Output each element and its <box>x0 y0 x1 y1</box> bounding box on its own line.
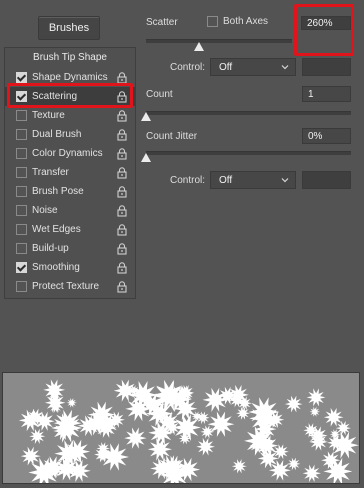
option-checkbox[interactable] <box>16 129 27 140</box>
option-checkbox[interactable] <box>16 167 27 178</box>
option-dual-brush[interactable]: Dual Brush <box>5 125 135 144</box>
option-checkbox[interactable] <box>16 148 27 159</box>
both-axes-option[interactable]: Both Axes <box>207 16 268 27</box>
both-axes-checkbox[interactable] <box>207 16 218 27</box>
scatter-control-select[interactable]: Off <box>210 58 296 76</box>
lock-icon[interactable] <box>117 280 127 293</box>
lock-icon[interactable] <box>117 261 127 274</box>
lock-icon[interactable] <box>117 109 127 122</box>
count-jitter-control-select[interactable]: Off <box>210 171 296 189</box>
option-checkbox[interactable] <box>16 110 27 121</box>
option-label: Shape Dynamics <box>32 72 108 83</box>
option-checkbox[interactable] <box>16 281 27 292</box>
lock-icon[interactable] <box>117 185 127 198</box>
option-label: Noise <box>32 205 58 216</box>
scatter-label: Scatter <box>146 17 178 28</box>
option-checkbox[interactable] <box>16 205 27 216</box>
count-jitter-label: Count Jitter <box>146 131 198 142</box>
option-texture[interactable]: Texture <box>5 106 135 125</box>
chevron-down-icon <box>281 65 289 70</box>
option-label: Color Dynamics <box>32 148 103 159</box>
scattering-highlight <box>7 83 133 108</box>
count-jitter-control-value: Off <box>219 174 233 186</box>
option-checkbox[interactable] <box>16 243 27 254</box>
count-value-field[interactable]: 1 <box>302 86 351 102</box>
option-wet-edges[interactable]: Wet Edges <box>5 220 135 239</box>
option-color-dynamics[interactable]: Color Dynamics <box>5 144 135 163</box>
count-jitter-control-label: Control: <box>170 175 206 186</box>
scattered-brush-preview-image <box>3 373 359 483</box>
lock-icon[interactable] <box>117 166 127 179</box>
option-label: Build-up <box>32 243 69 254</box>
option-label: Smoothing <box>32 262 80 273</box>
brushes-button[interactable]: Brushes <box>38 16 100 40</box>
option-checkbox[interactable] <box>16 262 27 273</box>
option-checkbox[interactable] <box>16 224 27 235</box>
scatter-control-label: Control: <box>170 62 206 73</box>
option-label: Wet Edges <box>32 224 81 235</box>
count-value: 1 <box>308 88 314 100</box>
option-brush-pose[interactable]: Brush Pose <box>5 182 135 201</box>
option-checkbox[interactable] <box>16 72 27 83</box>
count-jitter-control-extra-field[interactable] <box>302 171 351 189</box>
option-checkbox[interactable] <box>16 186 27 197</box>
lock-icon[interactable] <box>117 128 127 141</box>
option-label: Dual Brush <box>32 129 82 140</box>
lock-icon[interactable] <box>117 204 127 217</box>
scatter-control-extra-field[interactable] <box>302 58 351 76</box>
scatter-control-value: Off <box>219 61 233 73</box>
count-slider-track[interactable] <box>146 111 351 115</box>
option-build-up[interactable]: Build-up <box>5 239 135 258</box>
option-smoothing[interactable]: Smoothing <box>5 258 135 277</box>
count-label: Count <box>146 89 173 100</box>
option-label: Brush Pose <box>32 186 84 197</box>
count-jitter-value-field[interactable]: 0% <box>302 128 351 144</box>
lock-icon[interactable] <box>117 71 127 84</box>
both-axes-label: Both Axes <box>223 16 269 27</box>
chevron-down-icon <box>281 178 289 183</box>
scatter-slider-thumb[interactable] <box>194 42 204 51</box>
option-label: Protect Texture <box>32 281 100 292</box>
option-label: Texture <box>32 110 65 121</box>
count-jitter-slider-track[interactable] <box>146 151 351 155</box>
scatter-slider-track[interactable] <box>146 39 292 43</box>
count-slider-thumb[interactable] <box>141 112 151 121</box>
scatter-value-highlight <box>294 4 354 56</box>
lock-icon[interactable] <box>117 147 127 160</box>
option-noise[interactable]: Noise <box>5 201 135 220</box>
brush-tip-shape-item[interactable]: Brush Tip Shape <box>5 48 135 68</box>
count-jitter-slider-thumb[interactable] <box>141 153 151 162</box>
option-protect-texture[interactable]: Protect Texture <box>5 277 135 296</box>
option-transfer[interactable]: Transfer <box>5 163 135 182</box>
brush-stroke-preview <box>2 372 360 484</box>
lock-icon[interactable] <box>117 223 127 236</box>
count-jitter-value: 0% <box>308 130 323 142</box>
lock-icon[interactable] <box>117 242 127 255</box>
option-label: Transfer <box>32 167 69 178</box>
